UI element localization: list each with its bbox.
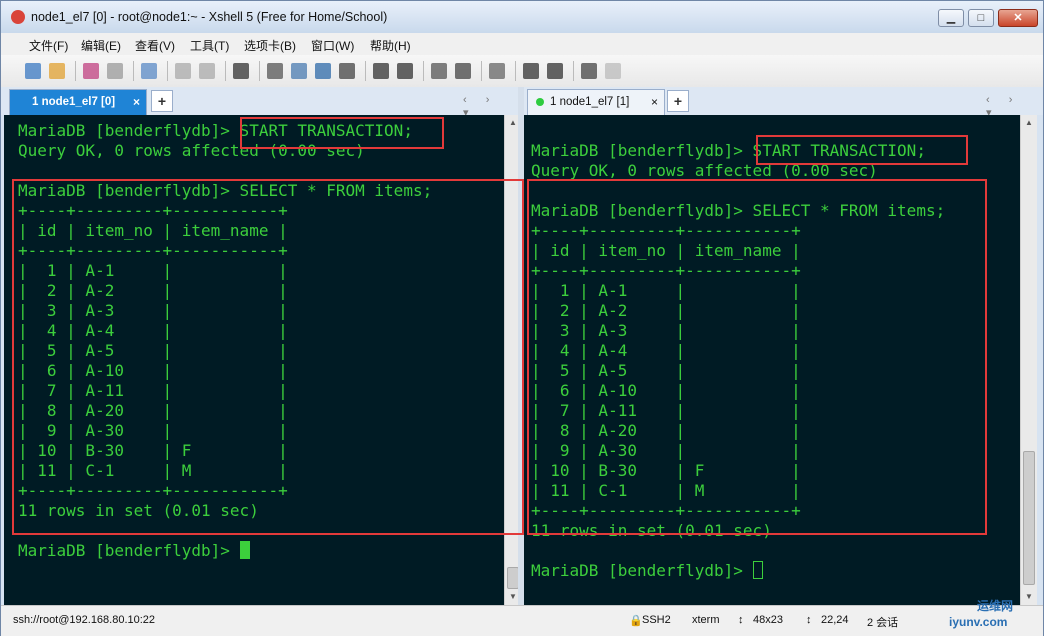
reconnect-icon[interactable] <box>83 63 99 79</box>
add-icon[interactable] <box>523 63 539 79</box>
toolbar <box>1 55 1043 88</box>
tab-close-icon[interactable]: × <box>651 90 658 114</box>
fullscreen-icon[interactable] <box>431 63 447 79</box>
cursor-icon: ↕ <box>806 614 812 626</box>
disconnect-icon[interactable] <box>107 63 123 79</box>
title-bar[interactable]: node1_el7 [0] - root@node1:~ - Xshell 5 … <box>1 1 1043 33</box>
toolbar-separator <box>167 61 168 81</box>
help-icon[interactable] <box>581 63 597 79</box>
toolbar-separator <box>365 61 366 81</box>
tab-label: 1 node1_el7 [1] <box>550 96 630 108</box>
highlight-start-transaction-left <box>240 117 444 149</box>
menu-help[interactable]: 帮助(H) <box>370 37 411 54</box>
chat-icon[interactable] <box>605 63 621 79</box>
toolbar-separator <box>423 61 424 81</box>
scroll-thumb[interactable] <box>1023 451 1035 585</box>
terminal-line: MariaDB [benderflydb]> <box>531 561 945 581</box>
toolbar-separator <box>481 61 482 81</box>
watermark-logo: 运维网 iyunv.com <box>939 595 1037 635</box>
highlight-select-right <box>527 179 987 535</box>
toolbar-separator <box>259 61 260 81</box>
globe-icon[interactable] <box>315 63 331 79</box>
tab-close-icon[interactable]: × <box>133 90 140 114</box>
menu-tabs[interactable]: 选项卡(B) <box>244 37 296 54</box>
menu-window[interactable]: 窗口(W) <box>311 37 354 54</box>
properties-icon[interactable] <box>141 63 157 79</box>
copy-icon[interactable] <box>175 63 191 79</box>
tab-label: 1 node1_el7 [0] <box>32 96 116 108</box>
tab-node1-el7-1[interactable]: 1 node1_el7 [1] × <box>527 89 665 115</box>
lock-icon: 🔒 <box>629 615 643 627</box>
left-tab-bar: 1 node1_el7 [0] × + ‹ › ▾ <box>1 87 518 119</box>
watermark-text-bottom: iyunv.com <box>949 615 1008 629</box>
print-icon[interactable] <box>267 63 283 79</box>
status-protocol: SSH2 <box>642 614 671 626</box>
toolbar-separator <box>133 61 134 81</box>
status-size: 48x23 <box>753 614 783 626</box>
toolbar-separator <box>573 61 574 81</box>
transfer-icon[interactable] <box>291 63 307 79</box>
status-connection: ssh://root@192.168.80.10:22 <box>13 614 156 626</box>
tab-node1-el7-0[interactable]: 1 node1_el7 [0] × <box>9 89 147 115</box>
find-icon[interactable] <box>233 63 249 79</box>
toolbar-separator <box>75 61 76 81</box>
xshell-logo-icon <box>11 10 25 24</box>
highlight-select-left <box>12 179 524 535</box>
toolbar-separator <box>225 61 226 81</box>
minimize-button[interactable]: ▁ <box>938 9 964 27</box>
close-button[interactable]: ✕ <box>998 9 1038 27</box>
terminal-cursor <box>752 561 763 579</box>
xmanager-icon[interactable] <box>397 63 413 79</box>
menu-edit[interactable]: 编辑(E) <box>81 37 121 54</box>
resize-icon: ↕ <box>738 614 744 626</box>
add-tab-button[interactable]: + <box>667 90 689 112</box>
font-icon[interactable] <box>339 63 355 79</box>
open-folder-icon[interactable] <box>49 63 65 79</box>
status-sessions: 2 会话 <box>867 617 899 629</box>
paste-icon[interactable] <box>199 63 215 79</box>
add-tab-button[interactable]: + <box>151 90 173 112</box>
menu-file[interactable]: 文件(F) <box>29 37 68 54</box>
status-bar: ssh://root@192.168.80.10:22 🔒 SSH2 xterm… <box>1 605 1043 636</box>
lock-icon[interactable] <box>455 63 471 79</box>
highlight-start-transaction-right <box>756 135 968 165</box>
toolbar-separator <box>515 61 516 81</box>
menu-tools[interactable]: 工具(T) <box>190 37 229 54</box>
watermark-text-top: 运维网 <box>977 599 1014 613</box>
xshell-window: node1_el7 [0] - root@node1:~ - Xshell 5 … <box>0 0 1044 636</box>
maximize-button[interactable]: □ <box>968 9 994 27</box>
status-terminal: xterm <box>692 614 720 626</box>
menu-view[interactable]: 查看(V) <box>135 37 175 54</box>
terminal-cursor <box>239 541 250 559</box>
connected-status-icon <box>536 97 544 106</box>
layout-icon[interactable] <box>547 63 563 79</box>
new-session-icon[interactable] <box>25 63 41 79</box>
scroll-up-icon[interactable]: ▲ <box>1021 115 1037 131</box>
right-tab-bar: 1 node1_el7 [1] × + ‹ › ▾ <box>524 87 1043 119</box>
right-scrollbar[interactable]: ▲ ▼ <box>1020 115 1037 605</box>
status-cursor-position: 22,24 <box>821 614 849 626</box>
xftp-icon[interactable] <box>373 63 389 79</box>
menu-bar: 文件(F) 编辑(E) 查看(V) 工具(T) 选项卡(B) 窗口(W) 帮助(… <box>1 33 1043 55</box>
keyboard-icon[interactable] <box>489 63 505 79</box>
terminal-line: MariaDB [benderflydb]> <box>18 541 432 561</box>
window-title: node1_el7 [0] - root@node1:~ - Xshell 5 … <box>31 10 388 24</box>
